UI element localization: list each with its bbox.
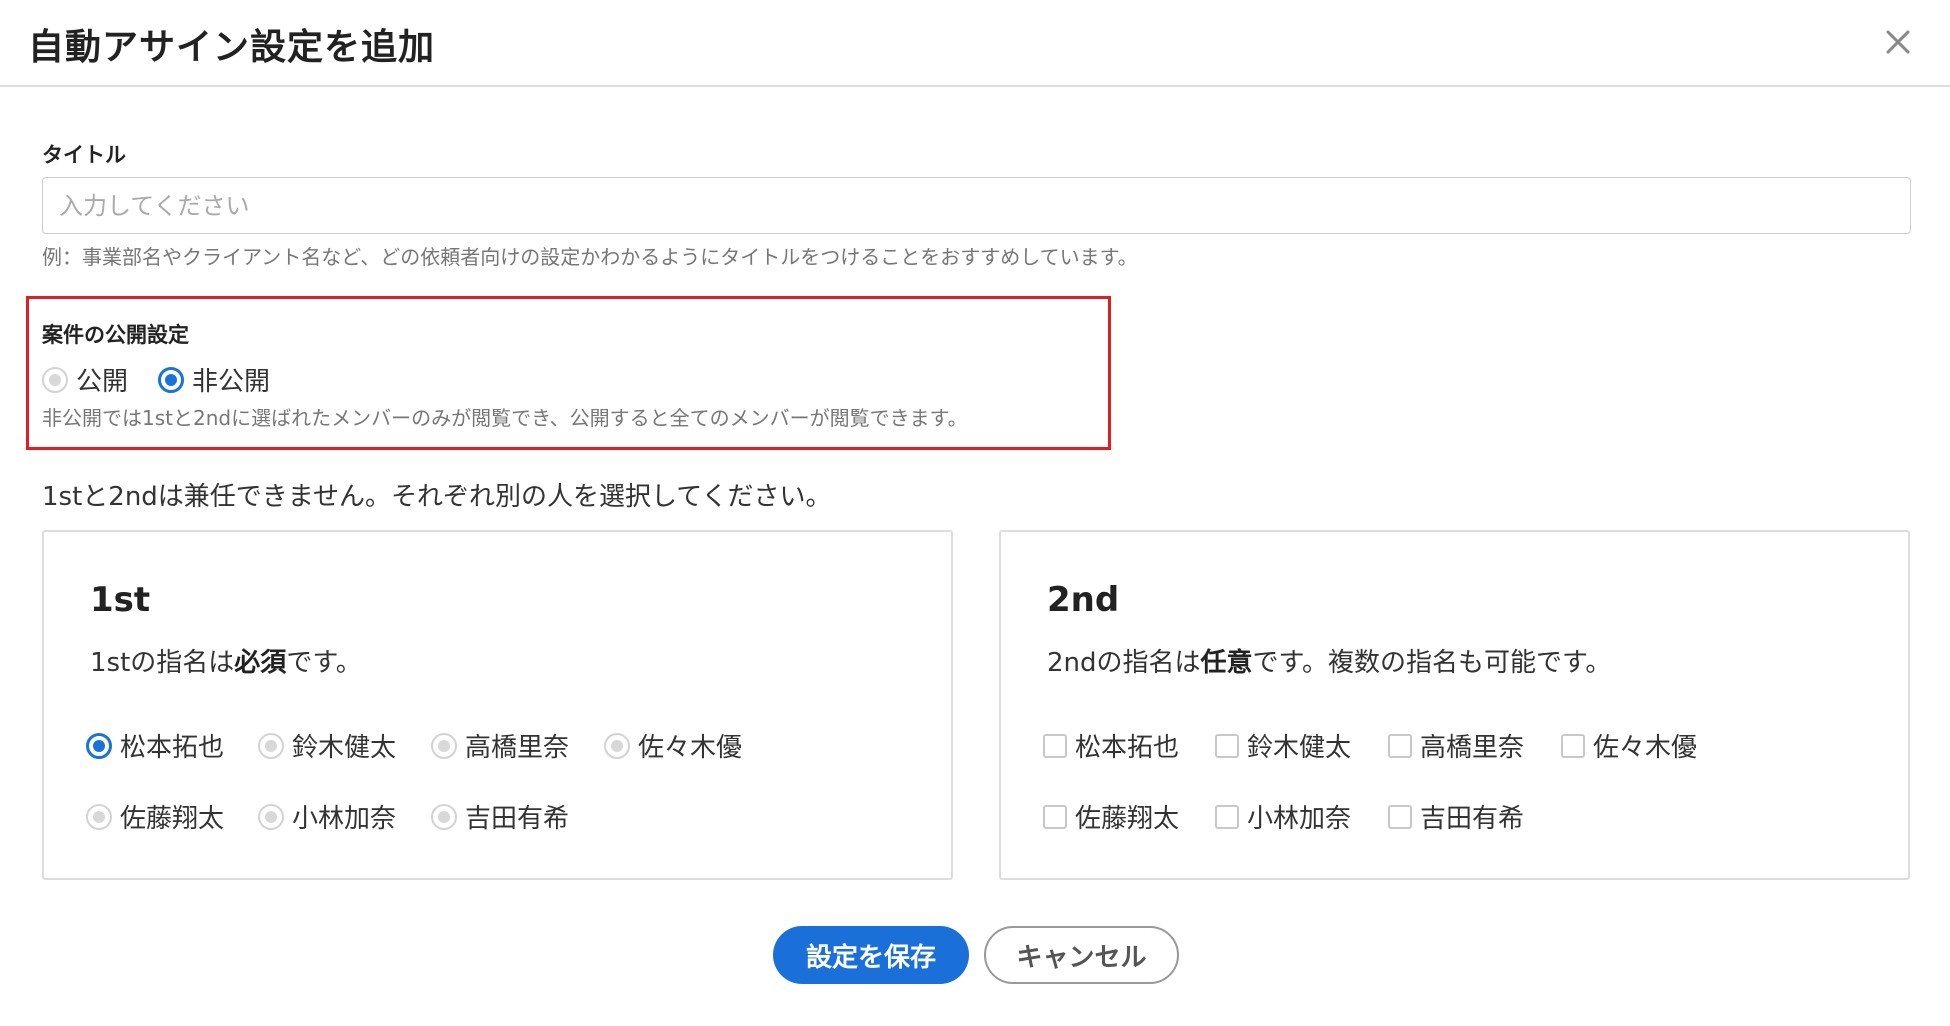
second-member-option[interactable]: 松本拓也 (1043, 727, 1179, 764)
close-button[interactable] (1876, 20, 1920, 64)
first-member-option[interactable]: 吉田有希 (431, 798, 569, 835)
member-name: 小林加奈 (1247, 804, 1352, 834)
member-name: 鈴木健太 (292, 733, 397, 763)
member-name: 佐藤翔太 (120, 804, 225, 834)
second-member-option[interactable]: 小林加奈 (1215, 798, 1351, 835)
visibility-hint: 非公開では1stと2ndに選ばれたメンバーのみが閲覧でき、公開すると全てのメンバ… (42, 406, 968, 430)
member-name: 鈴木健太 (1247, 733, 1352, 763)
member-name: 佐々木優 (638, 733, 743, 763)
member-radio[interactable] (86, 732, 112, 759)
visibility-radio-group: 公開 非公開 (42, 361, 270, 398)
dialog-title: 自動アサイン設定を追加 (28, 27, 436, 68)
visibility-label: 案件の公開設定 (42, 323, 189, 347)
second-desc-optional: 任意 (1200, 648, 1253, 678)
member-checkbox[interactable] (1043, 804, 1067, 829)
member-checkbox[interactable] (1215, 733, 1239, 758)
first-assignee-card: 1st 1stの指名は必須です。 松本拓也 鈴木健太 高橋里奈 佐々木優 佐藤翔… (42, 530, 953, 880)
title-field-hint: 例：事業部名やクライアント名など、どの依頼者向けの設定かわかるようにタイトルをつ… (42, 245, 1138, 269)
member-name: 松本拓也 (120, 733, 225, 763)
member-name: 佐々木優 (1593, 733, 1698, 763)
first-card-title: 1st (90, 580, 151, 620)
member-checkbox[interactable] (1388, 804, 1412, 829)
second-assignee-card: 2nd 2ndの指名は任意です。複数の指名も可能です。 松本拓也 鈴木健太 高橋… (999, 530, 1910, 880)
second-member-option[interactable]: 吉田有希 (1388, 798, 1524, 835)
member-checkbox[interactable] (1561, 733, 1585, 758)
first-member-option[interactable]: 松本拓也 (86, 727, 224, 764)
member-radio[interactable] (258, 803, 284, 830)
first-desc-suffix: です。 (286, 648, 362, 678)
second-member-option[interactable]: 鈴木健太 (1215, 727, 1351, 764)
member-name: 吉田有希 (1420, 804, 1525, 834)
second-desc-suffix: です。複数の指名も可能です。 (1252, 648, 1612, 678)
first-member-option[interactable]: 高橋里奈 (431, 727, 569, 764)
visibility-option-public[interactable]: 公開 (42, 361, 128, 398)
member-name: 高橋里奈 (1420, 733, 1525, 763)
member-radio[interactable] (258, 732, 284, 759)
member-checkbox[interactable] (1043, 733, 1067, 758)
save-button[interactable]: 設定を保存 (773, 926, 969, 984)
member-radio[interactable] (431, 732, 457, 759)
first-card-description: 1stの指名は必須です。 (90, 642, 362, 679)
assignment-notice: 1stと2ndは兼任できません。それぞれ別の人を選択してください。 (42, 482, 832, 512)
member-name: 高橋里奈 (465, 733, 570, 763)
second-card-title: 2nd (1047, 580, 1120, 620)
member-name: 吉田有希 (465, 804, 570, 834)
member-checkbox[interactable] (1388, 733, 1412, 758)
member-name: 松本拓也 (1075, 733, 1180, 763)
close-icon (1886, 30, 1910, 54)
member-radio[interactable] (86, 803, 112, 830)
second-member-option[interactable]: 高橋里奈 (1388, 727, 1524, 764)
member-name: 小林加奈 (292, 804, 397, 834)
visibility-option-label: 公開 (76, 367, 129, 397)
radio-public[interactable] (42, 366, 68, 393)
title-input[interactable] (42, 177, 1911, 234)
first-desc-prefix: 1stの指名は (90, 648, 235, 678)
member-radio[interactable] (431, 803, 457, 830)
dialog-header: 自動アサイン設定を追加 (0, 0, 1950, 87)
title-field-label: タイトル (42, 143, 126, 167)
radio-private[interactable] (158, 366, 185, 393)
first-member-option[interactable]: 小林加奈 (258, 798, 396, 835)
first-member-option[interactable]: 鈴木健太 (258, 727, 396, 764)
second-member-option[interactable]: 佐藤翔太 (1043, 798, 1179, 835)
member-name: 佐藤翔太 (1075, 804, 1180, 834)
cancel-button[interactable]: キャンセル (984, 926, 1179, 984)
second-card-description: 2ndの指名は任意です。複数の指名も可能です。 (1047, 642, 1611, 679)
first-member-option[interactable]: 佐藤翔太 (86, 798, 224, 835)
second-member-option[interactable]: 佐々木優 (1561, 727, 1697, 764)
visibility-option-label: 非公開 (192, 367, 271, 397)
member-radio[interactable] (604, 732, 630, 759)
first-member-option[interactable]: 佐々木優 (604, 727, 742, 764)
second-desc-prefix: 2ndの指名は (1047, 648, 1201, 678)
first-desc-required: 必須 (234, 648, 287, 678)
visibility-option-private[interactable]: 非公開 (158, 361, 270, 398)
member-checkbox[interactable] (1215, 804, 1239, 829)
